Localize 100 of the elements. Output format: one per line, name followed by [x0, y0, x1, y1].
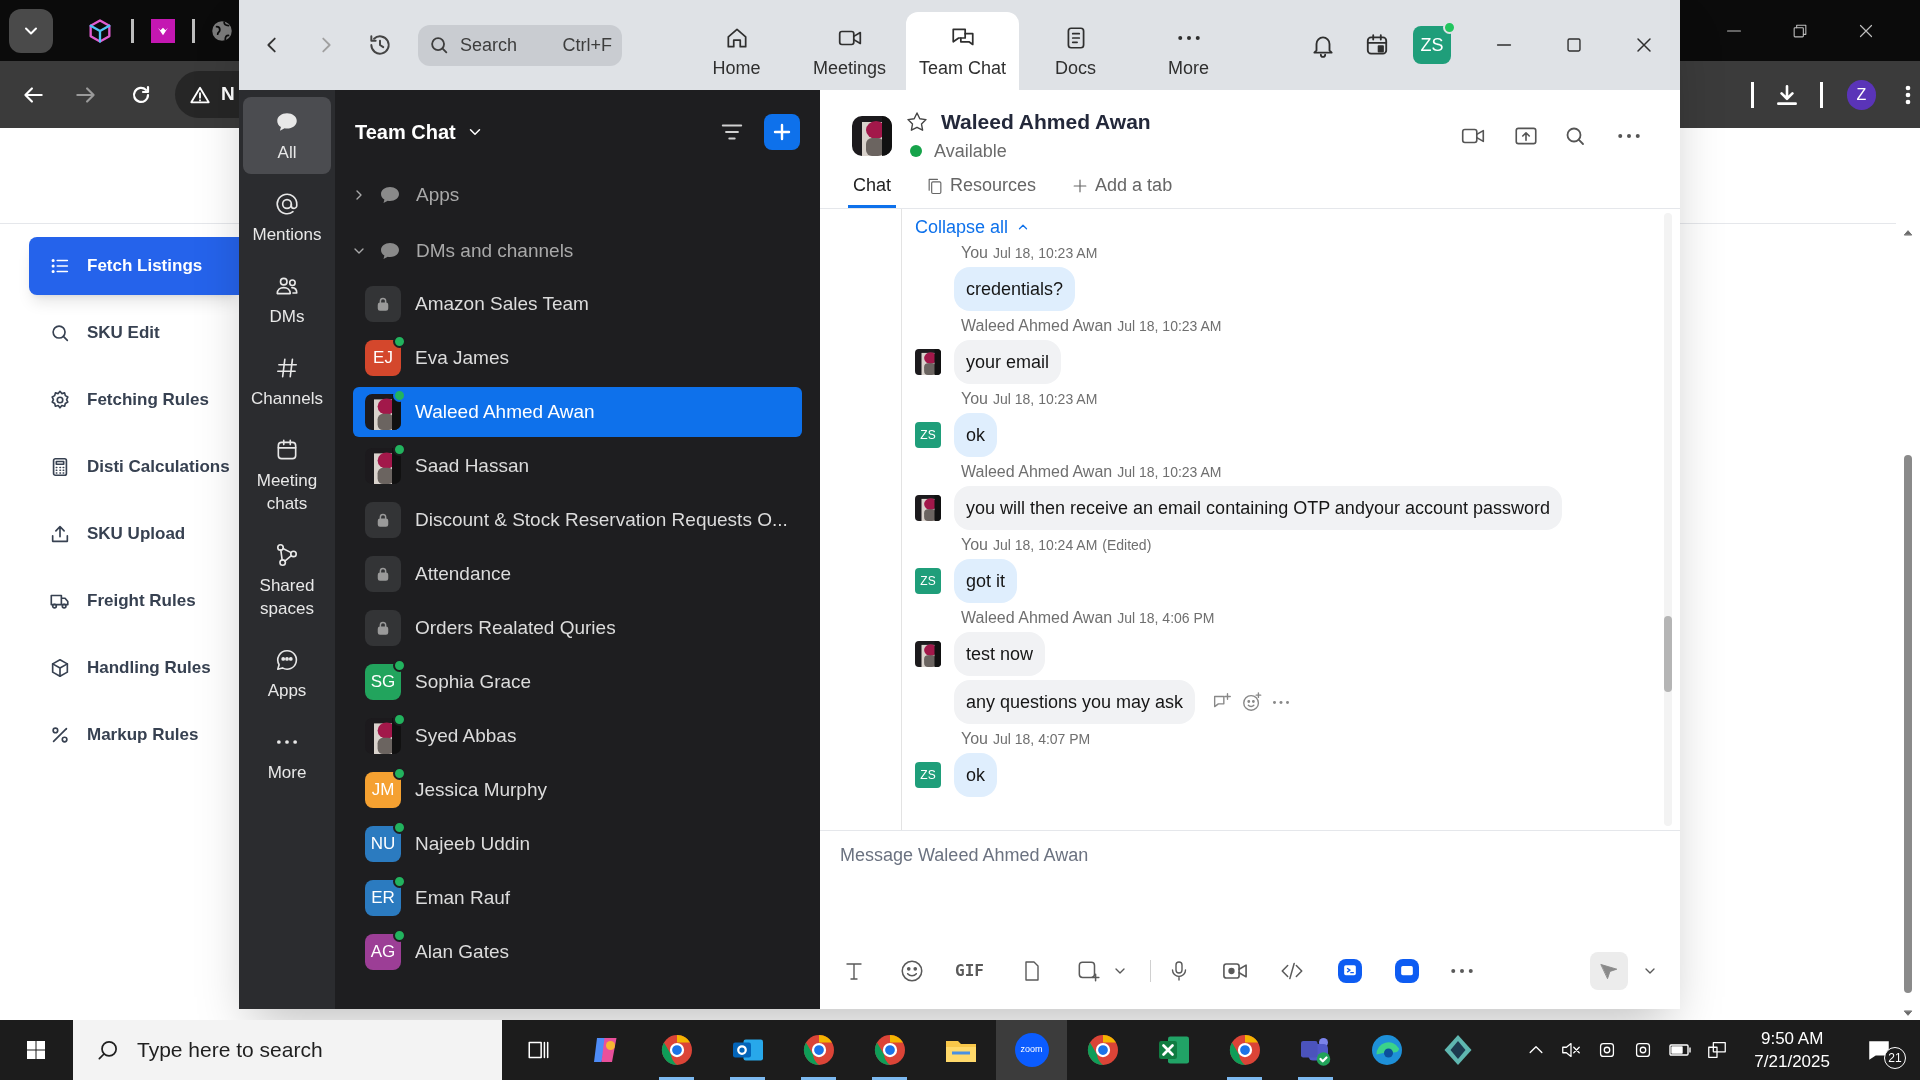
sender-name: Waleed Ahmed Awan: [961, 608, 1113, 628]
profile-avatar[interactable]: Z: [1846, 79, 1876, 110]
search-placeholder: Search: [460, 33, 518, 57]
avatar: ER: [365, 880, 401, 916]
sidebar-item[interactable]: Fetching Rules: [29, 371, 239, 429]
tab-search-button[interactable]: [9, 8, 53, 53]
chat-list-item[interactable]: AG Alan Gates: [353, 927, 802, 977]
search-field[interactable]: Search Ctrl+F: [418, 24, 622, 66]
sidebar-item[interactable]: SKU Upload: [29, 505, 239, 563]
chat-tab[interactable]: Resources: [920, 166, 1042, 208]
gif-button[interactable]: GIF: [955, 959, 984, 983]
scrollbar-thumb[interactable]: [1664, 616, 1672, 692]
rail-item[interactable]: More: [243, 717, 331, 794]
avatar: ZS: [915, 762, 941, 788]
rail-item[interactable]: Channels: [243, 343, 331, 420]
rail-item[interactable]: Mentions: [243, 179, 331, 256]
network-icon[interactable]: [1706, 1039, 1729, 1061]
timestamp: Jul 18, 10:23 AM: [1117, 317, 1222, 336]
chat-list-item[interactable]: NU Najeeb Uddin: [353, 819, 802, 869]
rail-item[interactable]: All: [243, 97, 331, 174]
section-header[interactable]: Apps: [335, 167, 820, 223]
chat-tab[interactable]: Chat: [848, 166, 897, 208]
more-icon[interactable]: [1273, 700, 1290, 704]
message-bubble: ok: [954, 753, 997, 797]
message-bubble: ok: [954, 413, 997, 457]
message-bubble: got it: [954, 559, 1018, 603]
contact-name: Waleed Ahmed Awan: [941, 109, 1151, 136]
chat-list-item[interactable]: Syed Abbas: [353, 711, 802, 761]
sidebar-item[interactable]: Fetch Listings: [29, 237, 239, 295]
sender-name: You: [961, 535, 988, 555]
chat-list-item[interactable]: SG Sophia Grace: [353, 657, 802, 707]
chat-list-item[interactable]: Saad Hassan: [353, 441, 802, 491]
sender-name: You: [961, 729, 988, 749]
scrollbar-thumb[interactable]: [1904, 455, 1912, 993]
sidebar-item[interactable]: SKU Edit: [29, 304, 239, 362]
upload-icon: [49, 523, 71, 545]
taskbar-search-field[interactable]: Type here to search: [73, 1020, 502, 1080]
notification-count: 21: [1884, 1047, 1906, 1069]
sender-name: You: [961, 389, 988, 409]
status-text: Available: [934, 139, 1007, 163]
section-header[interactable]: DMs and channels: [335, 223, 820, 279]
timestamp: Jul 18, 10:23 AM: [993, 244, 1098, 263]
at-sign-icon: [274, 191, 300, 217]
chat-tab[interactable]: Add a tab: [1065, 166, 1178, 208]
nav-tab[interactable]: Meetings: [793, 12, 906, 90]
chat-list-item[interactable]: ER Eman Rauf: [353, 873, 802, 923]
rail-item[interactable]: Meeting chats: [243, 425, 331, 525]
chat-list-item[interactable]: Attendance: [353, 549, 802, 599]
send-button[interactable]: [1590, 952, 1628, 990]
chat-list-item[interactable]: Amazon Sales Team: [353, 279, 802, 329]
star-icon[interactable]: [905, 110, 929, 134]
calendar-icon[interactable]: [1364, 32, 1390, 58]
emoji-icon[interactable]: [899, 958, 925, 984]
more-icon[interactable]: [1450, 969, 1473, 973]
clock-time[interactable]: 9:50 AM: [1761, 1027, 1824, 1050]
timestamp: Jul 18, 10:23 AM: [993, 390, 1098, 409]
add-reaction-icon[interactable]: [1241, 691, 1264, 713]
settings-icon: [49, 389, 71, 411]
timestamp: Jul 18, 10:23 AM: [1117, 463, 1222, 482]
rail-item[interactable]: Shared spaces: [243, 530, 331, 630]
new-chat-button[interactable]: [764, 114, 800, 150]
message-bubble: test now: [954, 632, 1046, 676]
chat-list-item[interactable]: Discount & Stock Reservation Requests O...: [353, 495, 802, 545]
video-app-icon[interactable]: zoom: [1014, 1033, 1049, 1067]
avatar: NU: [365, 826, 401, 862]
address-bar[interactable]: N: [175, 71, 239, 118]
sidebar-item[interactable]: Markup Rules: [29, 706, 239, 764]
more-icon: [1177, 36, 1200, 40]
rail-item[interactable]: DMs: [243, 261, 331, 338]
rail-item[interactable]: Apps: [243, 635, 331, 712]
clock-date[interactable]: 7/21/2025: [1754, 1050, 1830, 1073]
sender-name: Waleed Ahmed Awan: [961, 316, 1113, 336]
avatar: ZS: [915, 568, 941, 594]
nav-tab[interactable]: Team Chat: [906, 12, 1019, 90]
chat-list-item[interactable]: JM Jessica Murphy: [353, 765, 802, 815]
avatar: AG: [365, 934, 401, 970]
sidebar-item[interactable]: Freight Rules: [29, 572, 239, 630]
app-icon[interactable]: [1394, 959, 1419, 983]
chat-list-item[interactable]: Orders Realated Quries: [353, 603, 802, 653]
nav-tab[interactable]: More: [1132, 12, 1245, 90]
chat-list-item[interactable]: Waleed Ahmed Awan: [353, 387, 802, 437]
app-icon[interactable]: [1337, 959, 1362, 983]
edited-label: (Edited): [1102, 536, 1152, 555]
shortcut-hint: Ctrl+F: [562, 33, 612, 57]
avatar: JM: [365, 772, 401, 808]
more-icon[interactable]: [1618, 133, 1640, 138]
list-title-dropdown[interactable]: Team Chat: [355, 117, 484, 147]
avatar: ZS: [915, 422, 941, 448]
nav-tab[interactable]: Home: [680, 12, 793, 90]
chat-list-item[interactable]: EJ Eva James: [353, 333, 802, 383]
sender-name: You: [961, 243, 988, 263]
nav-tab[interactable]: Docs: [1019, 12, 1132, 90]
sidebar-item[interactable]: Disti Calculations: [29, 438, 239, 496]
history-icon[interactable]: [367, 32, 393, 58]
sender-name: Waleed Ahmed Awan: [961, 462, 1113, 482]
search-icon: [49, 322, 71, 344]
timestamp: Jul 18, 4:07 PM: [993, 730, 1091, 749]
message-bubble: your email: [954, 340, 1062, 384]
start-icon[interactable]: [24, 1038, 48, 1062]
sidebar-item[interactable]: Handling Rules: [29, 639, 239, 697]
